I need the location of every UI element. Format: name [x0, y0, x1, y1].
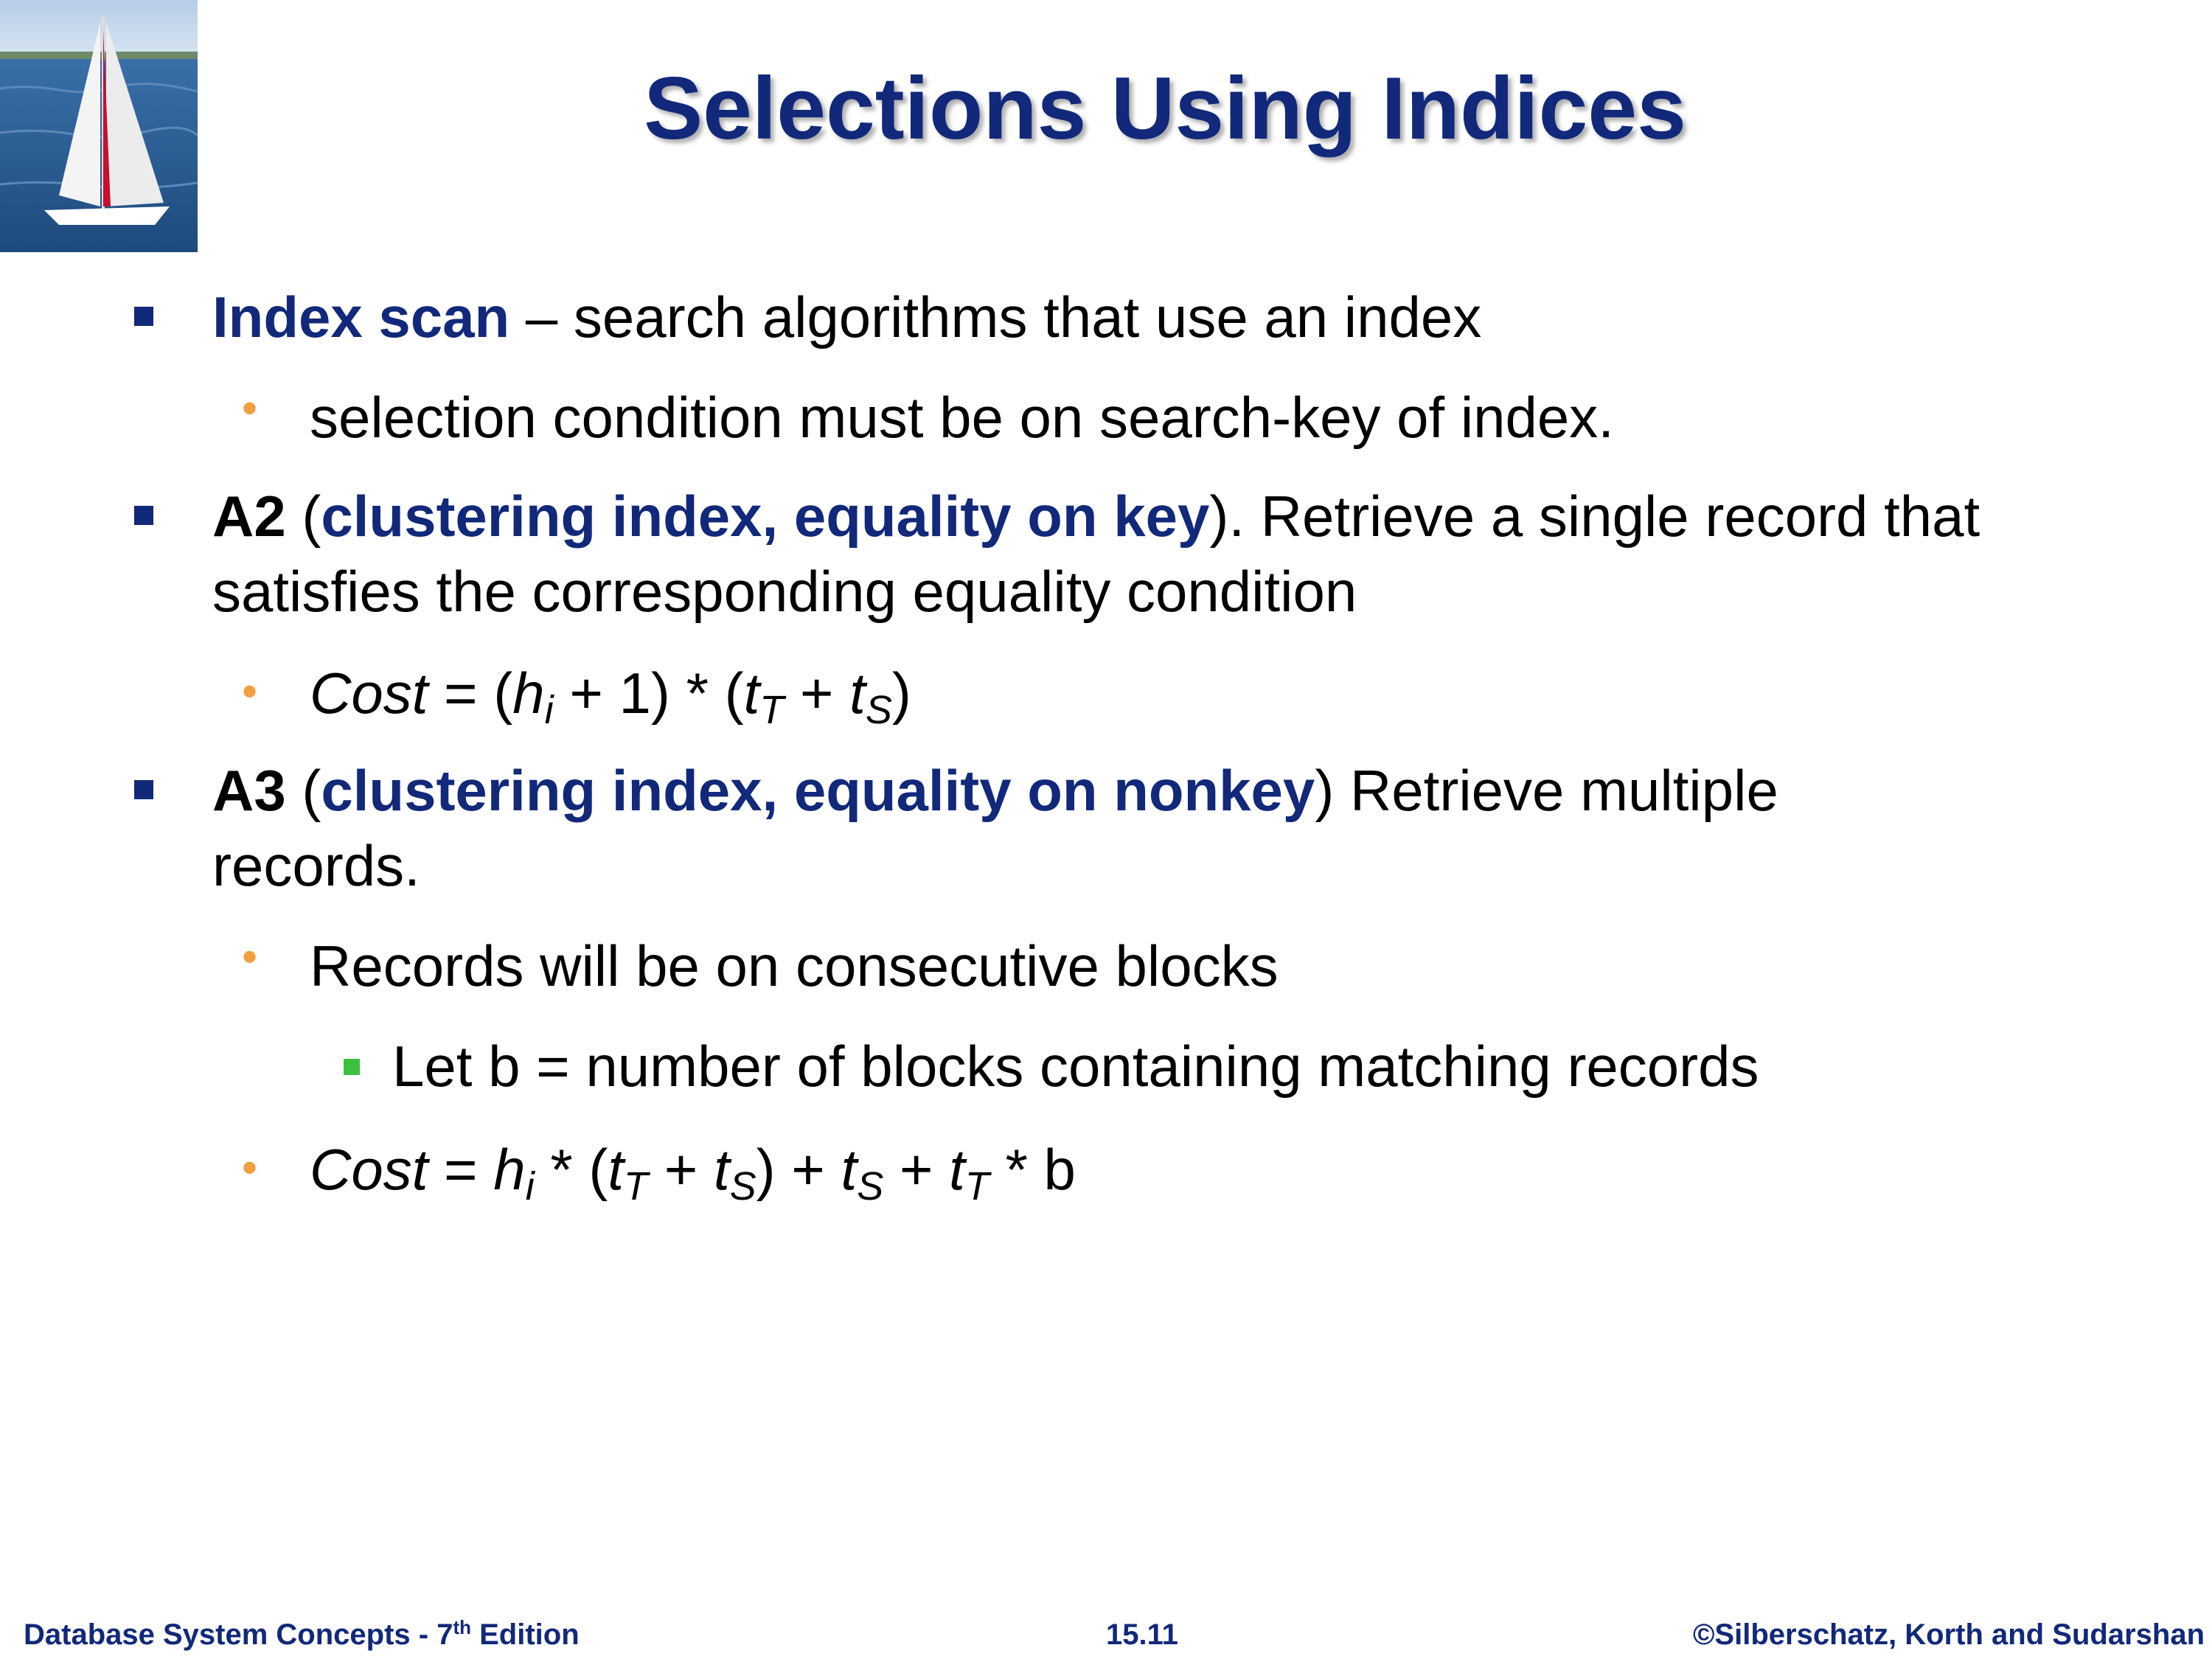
formula-sub: T [964, 1164, 990, 1208]
a3-code: A3 [212, 758, 286, 823]
bullet-a2: A2 (clustering index, equality on key). … [212, 479, 1980, 553]
formula-var: t [743, 661, 760, 726]
formula-part: + [648, 1137, 714, 1202]
formula-part: * ( [534, 1137, 608, 1202]
a2-desc-line2: satisfies the corresponding equality con… [212, 559, 1357, 624]
slide-title: Selections Using Indices [644, 59, 1686, 158]
a3-desc: ) Retrieve multiple [1315, 758, 1778, 823]
formula-part: + [883, 1137, 950, 1202]
footer-page-number: 15.11 [1106, 1618, 1178, 1651]
a2-desc: ). Retrieve a single record that [1209, 484, 1980, 549]
formula-part: ) + [756, 1137, 841, 1202]
sub-bullet-selection-condition: selection condition must be on search-ke… [310, 385, 1614, 450]
formula-part: + 1) * ( [553, 661, 744, 726]
formula-var: t [713, 1137, 730, 1202]
formula-part: = [428, 1137, 494, 1202]
formula-part: ) [891, 661, 911, 726]
cost-label: Cost [310, 661, 428, 726]
formula-sub: S [729, 1164, 757, 1208]
dot-bullet-icon: • [242, 932, 258, 981]
formula-var: t [849, 661, 866, 726]
bullet-a3: A3 (clustering index, equality on nonkey… [212, 754, 1778, 827]
a3-desc-line2: records. [212, 833, 420, 898]
formula-sub: T [624, 1164, 649, 1208]
bullet-index-scan: Index scan – search algorithms that use … [212, 280, 1481, 354]
a2-open-paren: ( [285, 484, 321, 549]
green-square-bullet-icon [344, 1059, 360, 1075]
formula-var: t [841, 1137, 858, 1202]
formula-sub: i [525, 1164, 535, 1208]
sub-sub-bullet-let-b: Let b = number of blocks containing matc… [392, 1034, 1759, 1099]
a3-cost-formula: Cost = hi * (tT + tS) + tS + tT * b [310, 1133, 1076, 1206]
formula-var: h [493, 1137, 526, 1202]
term-index-scan: Index scan [212, 285, 510, 349]
square-bullet-icon [134, 780, 153, 799]
a2-term: clustering index, equality on key [321, 484, 1210, 549]
a2-code: A2 [212, 484, 286, 549]
cost-label: Cost [310, 1137, 428, 1202]
square-bullet-icon [134, 307, 153, 326]
footer-copyright: ©Silberschatz, Korth and Sudarshan [1692, 1618, 2205, 1651]
formula-part: * b [989, 1137, 1076, 1202]
footer-title-text: Database System Concepts - 7 [24, 1618, 453, 1651]
formula-sub: S [865, 688, 892, 732]
dot-bullet-icon: • [242, 383, 258, 433]
formula-sub: i [544, 688, 554, 732]
formula-sub: S [857, 1164, 884, 1208]
dot-bullet-icon: • [242, 667, 258, 716]
footer-title-sup: th [453, 1616, 471, 1638]
formula-var: h [512, 661, 545, 726]
a3-term: clustering index, equality on nonkey [321, 758, 1315, 823]
index-scan-desc: – search algorithms that use an index [509, 285, 1482, 349]
formula-part: + [784, 661, 850, 726]
formula-sub: T [759, 688, 785, 732]
footer-book-title: Database System Concepts - 7th Edition [24, 1618, 580, 1652]
a3-open-paren: ( [285, 758, 321, 823]
footer-title-suffix: Edition [471, 1618, 580, 1651]
formula-var: t [949, 1137, 965, 1202]
formula-var: t [608, 1137, 625, 1202]
sailboat-logo [0, 0, 198, 252]
a2-cost-formula: Cost = (hi + 1) * (tT + tS) [310, 656, 911, 730]
square-bullet-icon [134, 506, 153, 525]
dot-bullet-icon: • [242, 1143, 258, 1192]
sub-bullet-consecutive-blocks: Records will be on consecutive blocks [310, 933, 1279, 998]
formula-part: = ( [428, 661, 513, 726]
